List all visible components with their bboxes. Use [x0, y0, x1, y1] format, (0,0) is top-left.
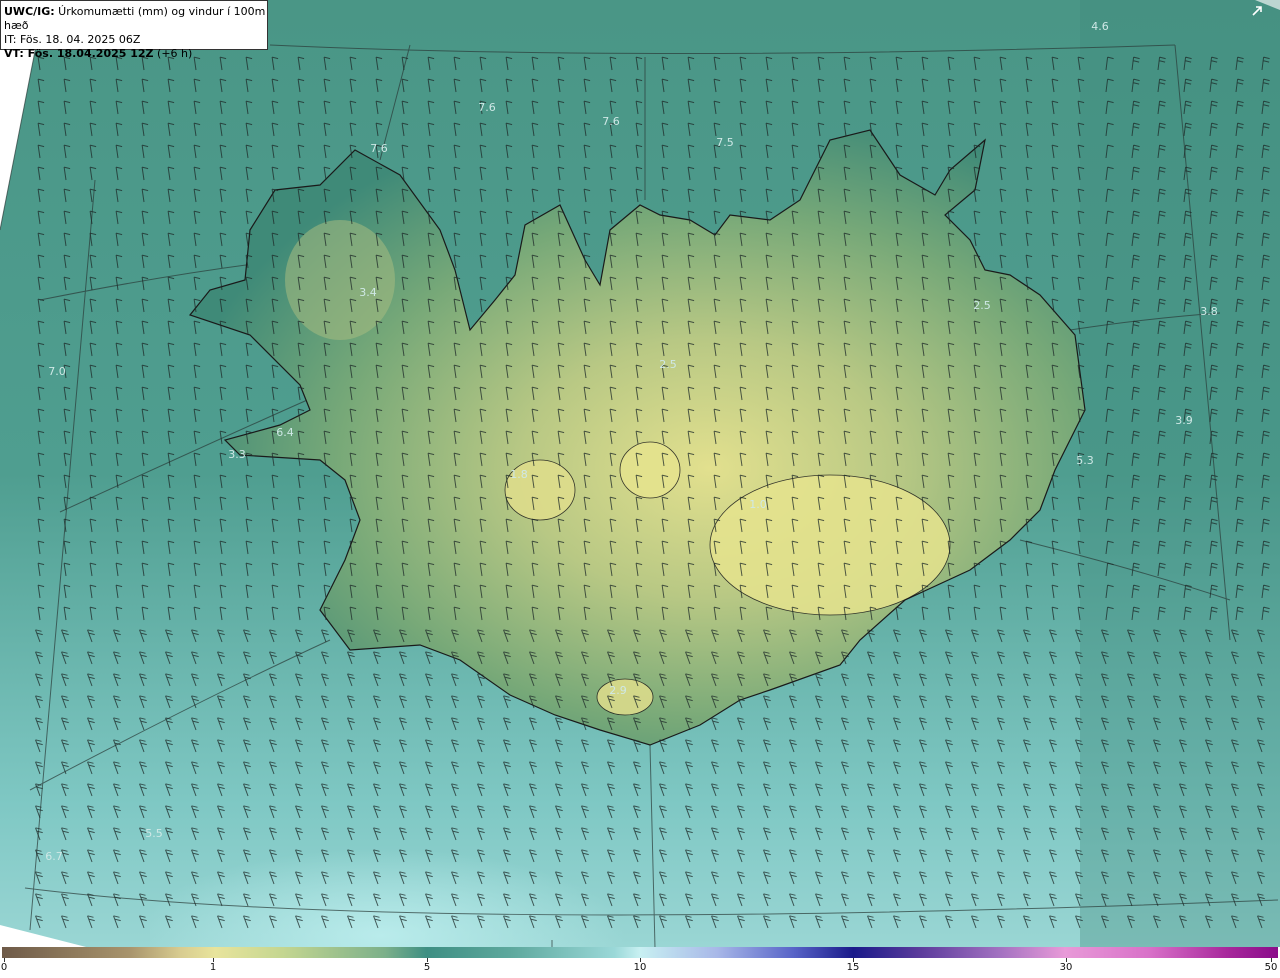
- map-value-label: 5.3: [1076, 454, 1094, 467]
- map-value-label: 3.8: [1200, 305, 1218, 318]
- colorbar-tick-label: 15: [846, 962, 860, 973]
- map-value-label: 2.5: [973, 299, 991, 312]
- colorbar-tick-label: 10: [633, 962, 647, 973]
- map-value-label: 7.6: [602, 115, 620, 128]
- map-value-label: 1.0: [749, 498, 767, 511]
- map-value-label: 3.3: [228, 448, 246, 461]
- colorbar-tick-label: 5: [423, 962, 431, 973]
- colorbar-tick-label: 50: [1264, 962, 1278, 973]
- map-title: UWC/IG: Úrkomumætti (mm) og vindur í 100…: [4, 5, 266, 32]
- init-time: IT: Fös. 18. 04. 2025 06Z: [4, 33, 141, 46]
- expand-arrow-icon[interactable]: [1250, 4, 1264, 18]
- map-value-label: 2.5: [659, 358, 677, 371]
- map-value-label: 3.4: [359, 286, 377, 299]
- map-value-label: 7.5: [716, 136, 734, 149]
- hofsjokull-highlight: [619, 441, 681, 499]
- colorbar-tick-label: 1: [209, 962, 217, 973]
- map-value-label: 7.6: [370, 142, 388, 155]
- map-value-label: 6.4: [276, 426, 294, 439]
- map-value-label: 5.5: [145, 827, 163, 840]
- colorbar-tick-label: 0: [0, 962, 8, 973]
- map-value-label: 3.9: [1175, 414, 1193, 427]
- southern-pale-field: [150, 700, 850, 948]
- map-value-label: 7.0: [48, 365, 66, 378]
- colorbar-gradient: [2, 947, 1278, 958]
- map-header: UWC/IG: Úrkomumætti (mm) og vindur í 100…: [0, 0, 268, 60]
- map-value-label: 7.6: [478, 101, 496, 114]
- precipitation-wind-map: 4.6 7.6 7.6 7.5 7.6 3.4 2.5 2.5 3.8 7.0 6.4 3.3 3.9 5…: [0, 0, 1280, 948]
- colorbar-legend: 0 1 5 10 15 30 50: [0, 947, 1280, 978]
- map-value-label: 4.6: [1091, 20, 1109, 33]
- colorbar-tick-label: 30: [1059, 962, 1073, 973]
- vatnajokull-highlight: [709, 474, 951, 616]
- map-value-label: 6.7: [45, 850, 63, 863]
- valid-time: VT: Fös. 18.04.2025 12Z (+6 h): [4, 47, 193, 60]
- map-value-label: 2.9: [609, 684, 627, 697]
- map-value-label: 1.8: [510, 468, 528, 481]
